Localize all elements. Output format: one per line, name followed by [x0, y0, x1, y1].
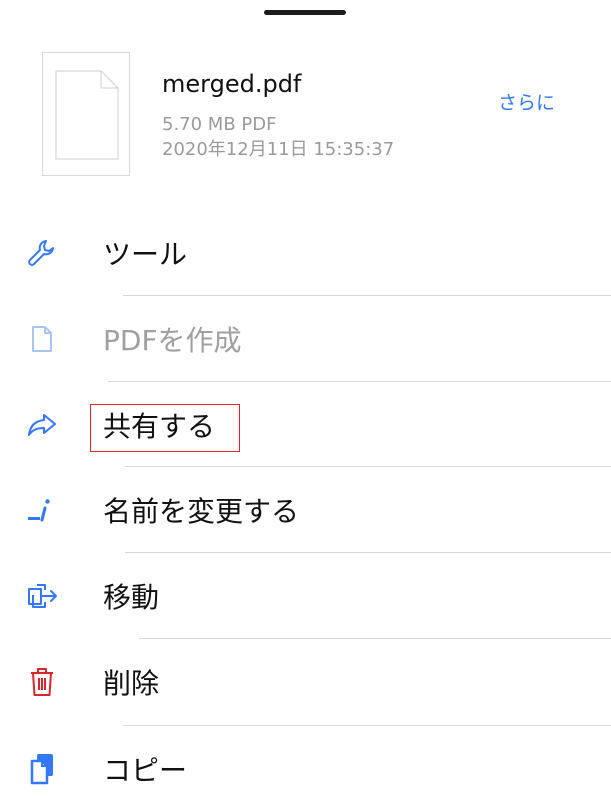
trash-icon	[24, 639, 60, 725]
menu-item-rename[interactable]: 名前を変更する	[0, 467, 611, 553]
menu-item-move[interactable]: 移動	[0, 553, 611, 639]
rename-cursor-icon	[24, 467, 60, 553]
menu-item-delete[interactable]: 削除	[0, 639, 611, 725]
menu-item-label: コピー	[103, 754, 188, 787]
document-icon	[24, 296, 60, 382]
file-date: 2020年12月11日 15:35:37	[162, 139, 395, 160]
sheet-grabber[interactable]	[264, 10, 346, 15]
wrench-icon	[24, 210, 60, 296]
more-button[interactable]: さらに	[498, 88, 555, 115]
file-meta: 5.70 MB PDF 2020年12月11日 15:35:37	[162, 112, 394, 162]
menu-item-tools[interactable]: ツール	[0, 210, 611, 296]
menu-item-copy[interactable]: コピー	[0, 726, 611, 812]
menu-item-label: 削除	[103, 667, 160, 700]
file-size-type: 5.70 MB PDF	[162, 114, 277, 135]
file-name: merged.pdf	[162, 70, 302, 98]
menu-item-label: PDFを作成	[103, 324, 242, 357]
copy-icon	[24, 726, 60, 812]
menu-item-label: ツール	[103, 238, 188, 271]
move-icon	[24, 553, 60, 639]
menu-item-label: 名前を変更する	[103, 495, 300, 528]
menu-item-label: 移動	[103, 581, 160, 614]
highlight-box	[90, 404, 240, 452]
menu-item-create-pdf[interactable]: PDFを作成	[0, 296, 611, 382]
share-arrow-icon	[24, 382, 60, 468]
document-thumbnail-icon	[55, 70, 119, 160]
file-thumbnail	[42, 52, 130, 176]
